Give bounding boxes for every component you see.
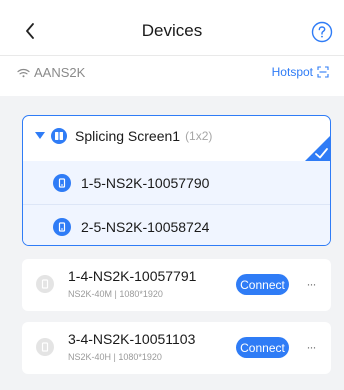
- device-name: 1-4-NS2K-10057791: [68, 268, 197, 284]
- help-icon[interactable]: [311, 21, 333, 43]
- connect-button[interactable]: Connect: [236, 337, 289, 358]
- caret-down-icon[interactable]: [35, 132, 45, 140]
- device-icon: [36, 275, 54, 293]
- device-icon: [36, 338, 54, 356]
- wifi-icon: [17, 68, 30, 77]
- member-label: 1-5-NS2K-10057790: [81, 174, 210, 191]
- device-card[interactable]: 1-4-NS2K-10057791 NS2K-40M | 1080*1920 C…: [22, 259, 331, 311]
- group-name: Splicing Screen1: [75, 128, 181, 144]
- more-icon[interactable]: ···: [302, 274, 320, 294]
- member-label: 2-5-NS2K-10058724: [81, 218, 210, 235]
- device-icon: [53, 173, 71, 192]
- group-icon: [51, 128, 67, 144]
- device-meta: NS2K-40M | 1080*1920: [68, 289, 163, 299]
- group-member-row[interactable]: 1-5-NS2K-10057790: [23, 161, 330, 204]
- group-dimension: (1x2): [185, 129, 213, 143]
- connect-button[interactable]: Connect: [236, 274, 289, 295]
- hotspot-button[interactable]: Hotspot: [272, 65, 329, 79]
- device-meta: NS2K-40H | 1080*1920: [68, 352, 162, 362]
- network-ssid: AANS2K: [34, 65, 86, 80]
- more-icon[interactable]: ···: [302, 337, 320, 357]
- device-name: 3-4-NS2K-10051103: [68, 331, 196, 347]
- scan-icon: [317, 66, 329, 78]
- network-status: AANS2K: [17, 65, 85, 80]
- group-header[interactable]: Splicing Screen1 (1x2): [23, 116, 330, 156]
- top-bar: Devices AANS2K Hotspot: [0, 0, 344, 96]
- device-icon: [53, 217, 71, 236]
- hotspot-label: Hotspot: [271, 65, 313, 79]
- check-icon: [305, 136, 330, 161]
- header-divider: [0, 55, 344, 56]
- page-title: Devices: [141, 21, 203, 40]
- group-member-row[interactable]: 2-5-NS2K-10058724: [23, 205, 330, 245]
- device-card[interactable]: 3-4-NS2K-10051103 NS2K-40H | 1080*1920 C…: [22, 322, 331, 374]
- splicing-group-card[interactable]: Splicing Screen1 (1x2) 1-5-NS2K-10057790…: [22, 115, 331, 246]
